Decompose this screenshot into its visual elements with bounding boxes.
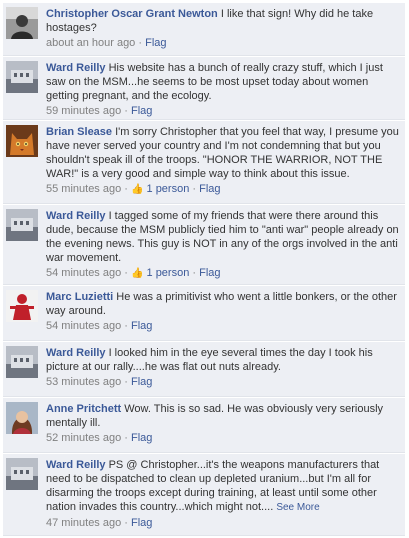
woman-portrait-icon xyxy=(6,402,38,434)
cat-photo-icon xyxy=(6,125,38,157)
comment-author[interactable]: Ward Reilly xyxy=(46,210,106,222)
flag-link[interactable]: Flag xyxy=(131,105,152,117)
comment-body: Anne Pritchett Wow. This is so sad. He w… xyxy=(46,402,399,445)
building-photo-icon xyxy=(6,61,38,93)
flag-link[interactable]: Flag xyxy=(131,376,152,388)
comment-author[interactable]: Anne Pritchett xyxy=(46,403,121,415)
likes-link[interactable]: 1 person xyxy=(147,267,190,279)
avatar[interactable] xyxy=(6,61,38,93)
flag-link[interactable]: Flag xyxy=(145,37,166,49)
building-photo-icon xyxy=(6,209,38,241)
comment-body: Ward Reilly PS @ Christopher...it's the … xyxy=(46,458,399,530)
comment-body: Ward Reilly His website has a bunch of r… xyxy=(46,61,399,118)
comment-item: Ward Reilly PS @ Christopher...it's the … xyxy=(3,454,405,536)
avatar[interactable] xyxy=(6,7,38,39)
comment-item: Brian Slease I'm sorry Christopher that … xyxy=(3,121,405,204)
comment-timestamp: 54 minutes ago xyxy=(46,320,122,332)
flag-link[interactable]: Flag xyxy=(131,432,152,444)
comment-body: Christopher Oscar Grant Newton I like th… xyxy=(46,7,399,50)
comment-timestamp: 59 minutes ago xyxy=(46,105,122,117)
comment-item: Marc Luzietti He was a primitivist who w… xyxy=(3,286,405,341)
building-photo-icon xyxy=(6,458,38,490)
comment-item: Ward Reilly I tagged some of my friends … xyxy=(3,205,405,285)
comment-body: Marc Luzietti He was a primitivist who w… xyxy=(46,290,399,333)
see-more-link[interactable]: See More xyxy=(276,502,319,513)
avatar[interactable] xyxy=(6,402,38,434)
comment-author[interactable]: Marc Luzietti xyxy=(46,291,113,303)
flag-link[interactable]: Flag xyxy=(199,183,220,195)
comment-body: Ward Reilly I looked him in the eye seve… xyxy=(46,346,399,389)
portrait-bw-icon xyxy=(6,7,38,39)
comment-feed: Christopher Oscar Grant Newton I like th… xyxy=(0,0,409,538)
comment-timestamp: 55 minutes ago xyxy=(46,183,122,195)
comment-meta: 54 minutes ago · Flag xyxy=(46,320,153,332)
comment-author[interactable]: Ward Reilly xyxy=(46,62,106,74)
comment-meta: 54 minutes ago · 👍 1 person · Flag xyxy=(46,267,221,279)
red-figure-icon xyxy=(6,290,38,322)
comment-body: Brian Slease I'm sorry Christopher that … xyxy=(46,125,399,197)
comment-author[interactable]: Christopher Oscar Grant Newton xyxy=(46,8,218,20)
comment-timestamp: 52 minutes ago xyxy=(46,432,122,444)
thumbs-up-icon: 👍 xyxy=(131,184,144,195)
comment-item: Ward Reilly His website has a bunch of r… xyxy=(3,57,405,120)
comment-timestamp: about an hour ago xyxy=(46,37,136,49)
comment-item: Anne Pritchett Wow. This is so sad. He w… xyxy=(3,398,405,453)
avatar[interactable] xyxy=(6,290,38,322)
flag-link[interactable]: Flag xyxy=(131,320,152,332)
comment-timestamp: 53 minutes ago xyxy=(46,376,122,388)
comment-item: Christopher Oscar Grant Newton I like th… xyxy=(3,3,405,56)
comment-meta: 59 minutes ago · Flag xyxy=(46,105,153,117)
comment-timestamp: 47 minutes ago xyxy=(46,517,122,529)
avatar[interactable] xyxy=(6,209,38,241)
building-photo-icon xyxy=(6,346,38,378)
comment-meta: 55 minutes ago · 👍 1 person · Flag xyxy=(46,183,221,195)
comment-item: Ward Reilly I looked him in the eye seve… xyxy=(3,342,405,397)
comment-timestamp: 54 minutes ago xyxy=(46,267,122,279)
comment-body: Ward Reilly I tagged some of my friends … xyxy=(46,209,399,281)
comment-meta: 47 minutes ago · Flag xyxy=(46,517,153,529)
avatar[interactable] xyxy=(6,346,38,378)
comment-author[interactable]: Brian Slease xyxy=(46,126,112,138)
flag-link[interactable]: Flag xyxy=(199,267,220,279)
thumbs-up-icon: 👍 xyxy=(131,268,144,279)
comment-author[interactable]: Ward Reilly xyxy=(46,459,106,471)
avatar[interactable] xyxy=(6,125,38,157)
comment-meta: 53 minutes ago · Flag xyxy=(46,376,153,388)
comment-author[interactable]: Ward Reilly xyxy=(46,347,106,359)
avatar[interactable] xyxy=(6,458,38,490)
comment-meta: about an hour ago · Flag xyxy=(46,37,167,49)
comment-meta: 52 minutes ago · Flag xyxy=(46,432,153,444)
flag-link[interactable]: Flag xyxy=(131,517,152,529)
likes-link[interactable]: 1 person xyxy=(147,183,190,195)
